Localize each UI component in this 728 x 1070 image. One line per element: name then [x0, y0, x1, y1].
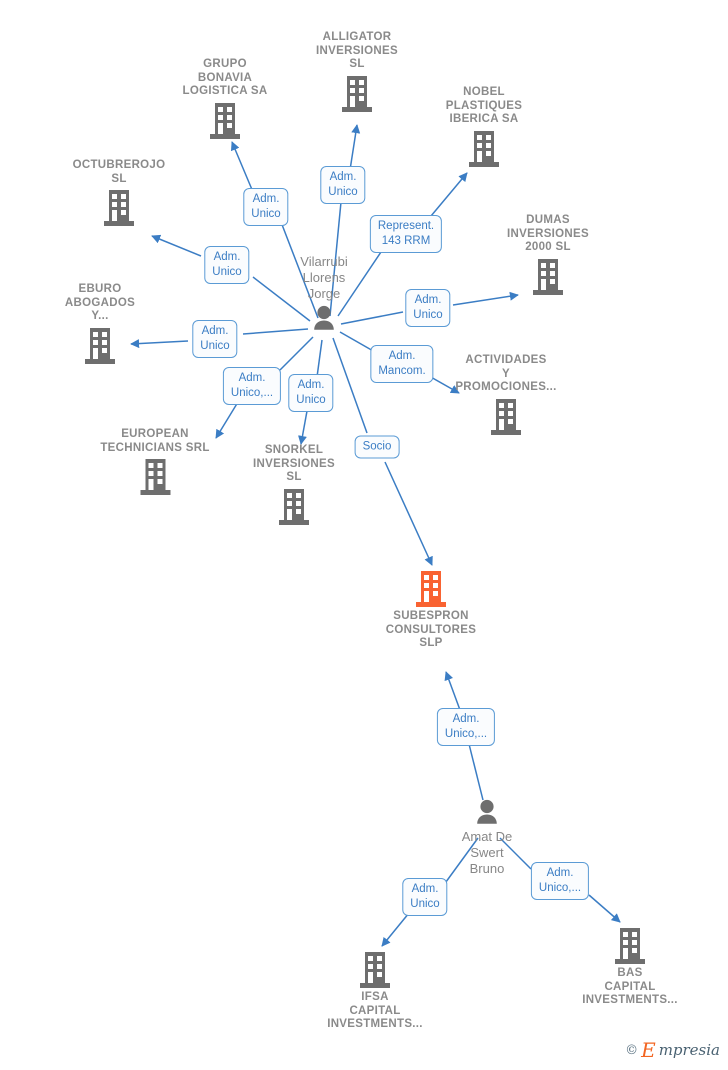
edge-label-amat-subespron[interactable]: Adm. Unico,...: [436, 708, 496, 746]
node-nobel-plastiques[interactable]: NOBEL PLASTIQUES IBERICA SA: [419, 86, 549, 169]
node-label: SNORKEL INVERSIONES SL: [253, 444, 335, 483]
node-ifsa-capital-investments[interactable]: IFSA CAPITAL INVESTMENTS...: [310, 950, 440, 1032]
node-subespron-consultores[interactable]: SUBESPRON CONSULTORES SLP: [366, 569, 496, 651]
brand-name: mpresia: [658, 1041, 720, 1059]
person-icon: [441, 798, 533, 828]
company-building-icon: [292, 74, 422, 114]
copyright-symbol: ©: [625, 1042, 639, 1058]
node-label: ALLIGATOR INVERSIONES SL: [316, 31, 398, 70]
node-person-vilarrubi-llorens-jorge[interactable]: Vilarrubi Llorens Jorge: [278, 254, 370, 334]
edge-label-subespron-socio[interactable]: Socio: [354, 435, 400, 459]
relationship-graph-canvas: GRUPO BONAVIA LOGISTICA SA ALLIGATOR INV…: [0, 0, 728, 1070]
company-building-icon: [483, 257, 613, 297]
node-label: Amat De Swert Bruno: [461, 829, 513, 876]
edge-label-eburo[interactable]: Adm. Unico: [192, 320, 238, 358]
empresia-watermark: © Empresia: [625, 1038, 720, 1062]
node-label: BAS CAPITAL INVESTMENTS...: [582, 967, 678, 1006]
node-grupo-bonavia[interactable]: GRUPO BONAVIA LOGISTICA SA: [160, 58, 290, 141]
node-label: Vilarrubi Llorens Jorge: [300, 254, 348, 301]
node-alligator-inversiones[interactable]: ALLIGATOR INVERSIONES SL: [292, 31, 422, 114]
edge-label-bas[interactable]: Adm. Unico,...: [530, 862, 590, 900]
node-label: IFSA CAPITAL INVESTMENTS...: [327, 991, 423, 1030]
node-label: OCTUBREROJO SL: [72, 159, 166, 185]
node-european-technicians[interactable]: EUROPEAN TECHNICIANS SRL: [73, 428, 238, 497]
company-building-icon: [160, 101, 290, 141]
node-actividades-promociones[interactable]: ACTIVIDADES Y PROMOCIONES...: [441, 354, 571, 437]
company-building-icon: [310, 950, 440, 990]
edge-label-octubrerojo[interactable]: Adm. Unico: [204, 246, 250, 284]
node-eburo-abogados[interactable]: EBURO ABOGADOS Y...: [35, 283, 165, 366]
company-building-icon: [419, 129, 549, 169]
node-label: NOBEL PLASTIQUES IBERICA SA: [445, 86, 523, 125]
company-building-icon-highlighted: [366, 569, 496, 609]
company-building-icon: [565, 926, 695, 966]
edge-label-nobel[interactable]: Represent. 143 RRM: [369, 215, 443, 253]
edge-label-ifsa[interactable]: Adm. Unico: [402, 878, 448, 916]
node-label: DUMAS INVERSIONES 2000 SL: [507, 214, 589, 253]
edge-label-european-technicians[interactable]: Adm. Unico,...: [222, 367, 282, 405]
node-label: SUBESPRON CONSULTORES SLP: [385, 610, 477, 649]
company-building-icon: [35, 326, 165, 366]
person-icon: [278, 304, 370, 334]
company-building-icon: [229, 487, 359, 527]
node-label: EBURO ABOGADOS Y...: [64, 283, 136, 322]
edge-label-snorkel[interactable]: Adm. Unico: [288, 374, 334, 412]
node-bas-capital-investments[interactable]: BAS CAPITAL INVESTMENTS...: [565, 926, 695, 1008]
company-building-icon: [73, 457, 238, 497]
edge-label-actividades[interactable]: Adm. Mancom.: [370, 345, 434, 383]
edge-label-alligator[interactable]: Adm. Unico: [320, 166, 366, 204]
node-snorkel-inversiones[interactable]: SNORKEL INVERSIONES SL: [229, 444, 359, 527]
company-building-icon: [54, 188, 184, 228]
edge-label-grupo-bonavia[interactable]: Adm. Unico: [243, 188, 289, 226]
company-building-icon: [441, 397, 571, 437]
brand-initial: E: [641, 1038, 656, 1062]
node-label: EUROPEAN TECHNICIANS SRL: [100, 428, 210, 454]
node-dumas-inversiones[interactable]: DUMAS INVERSIONES 2000 SL: [483, 214, 613, 297]
node-person-amat-de-swert-bruno[interactable]: Amat De Swert Bruno: [441, 798, 533, 877]
node-octubrerojo[interactable]: OCTUBREROJO SL: [54, 159, 184, 228]
node-label: ACTIVIDADES Y PROMOCIONES...: [455, 354, 557, 393]
node-label: GRUPO BONAVIA LOGISTICA SA: [182, 58, 268, 97]
edge-label-dumas[interactable]: Adm. Unico: [405, 289, 451, 327]
